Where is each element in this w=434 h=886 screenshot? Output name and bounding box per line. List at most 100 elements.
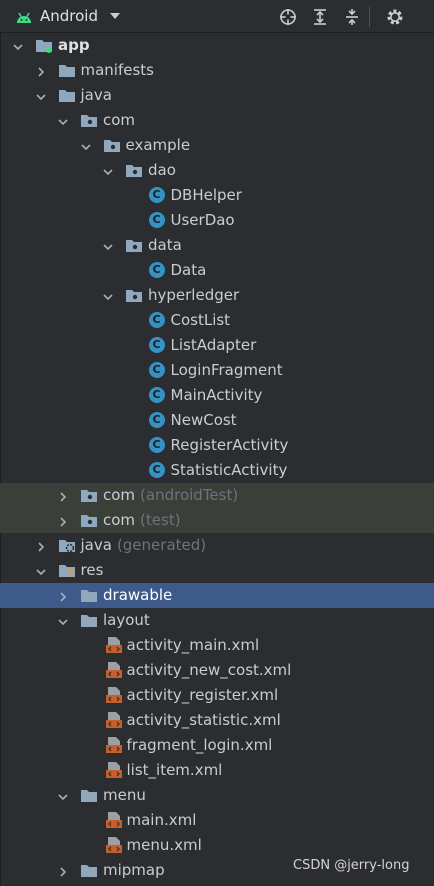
chevron-right-icon[interactable] — [57, 589, 69, 602]
tree-row[interactable]: res — [0, 558, 434, 583]
tree-row[interactable]: app — [0, 33, 434, 58]
chevron-right-icon[interactable] — [35, 539, 47, 552]
xml-file-icon — [105, 761, 122, 779]
chevron-down-icon[interactable] — [35, 89, 47, 101]
tree-row[interactable]: com — [0, 108, 434, 133]
generated-folder-icon — [58, 537, 76, 553]
tree-row[interactable]: C StatisticActivity — [0, 458, 434, 483]
tree-item-label: UserDao — [170, 211, 235, 229]
tree-item-label: drawable — [103, 586, 173, 604]
tree-row[interactable]: layout — [0, 608, 434, 633]
tree-row[interactable]: data — [0, 233, 434, 258]
tree-row[interactable]: menu.xml — [0, 833, 434, 858]
tree-item-label: data — [148, 236, 182, 254]
tree-row[interactable]: activity_statistic.xml — [0, 708, 434, 733]
folder-icon — [80, 612, 98, 628]
tree-row[interactable]: activity_new_cost.xml — [0, 658, 434, 683]
tree-item-label: CostList — [170, 311, 231, 329]
tree-item-label: example — [125, 136, 191, 154]
folder-icon — [80, 587, 98, 603]
chevron-down-icon[interactable] — [102, 239, 114, 251]
tree-item-label: MainActivity — [170, 386, 263, 404]
xml-file-icon — [105, 686, 122, 704]
tree-row[interactable]: list_item.xml — [0, 758, 434, 783]
xml-file-icon — [105, 661, 122, 679]
tree-row[interactable]: menu — [0, 783, 434, 808]
tree-item-label: java — [80, 86, 112, 104]
chevron-right-icon[interactable] — [57, 514, 69, 527]
tree-row[interactable]: manifests — [0, 58, 434, 83]
chevron-right-icon[interactable] — [57, 489, 69, 502]
class-icon: C — [148, 387, 165, 403]
tree-item-label: dao — [148, 161, 176, 179]
tree-item-label: com — [103, 511, 136, 529]
package-icon — [125, 162, 143, 178]
project-view-selector[interactable]: Android — [40, 7, 98, 25]
tree-row[interactable]: dao — [0, 158, 434, 183]
tree-item-label: main.xml — [126, 811, 197, 829]
tree-row[interactable]: C Data — [0, 258, 434, 283]
folder-icon — [58, 62, 76, 78]
tree-item-sublabel: (test) — [140, 511, 181, 529]
chevron-down-icon[interactable] — [57, 614, 69, 626]
chevron-down-icon[interactable] — [57, 789, 69, 801]
chevron-down-icon[interactable] — [12, 39, 24, 51]
package-icon — [125, 287, 143, 303]
package-icon — [125, 237, 143, 253]
tree-item-label: LoginFragment — [170, 361, 283, 379]
tree-item-label: activity_main.xml — [126, 636, 260, 654]
class-icon: C — [148, 462, 165, 478]
tree-item-label: fragment_login.xml — [126, 736, 273, 754]
tree-item-label: manifests — [80, 61, 155, 79]
class-icon: C — [148, 412, 165, 428]
chevron-right-icon[interactable] — [35, 64, 47, 77]
tree-row[interactable]: C DBHelper — [0, 183, 434, 208]
tree-item-label: menu.xml — [126, 836, 202, 854]
tree-item-label: com — [103, 111, 136, 129]
tree-row[interactable]: C NewCost — [0, 408, 434, 433]
tree-row[interactable]: C LoginFragment — [0, 358, 434, 383]
gear-icon[interactable] — [385, 7, 405, 27]
chevron-down-icon[interactable] — [57, 114, 69, 126]
tree-row[interactable]: com (test) — [0, 508, 434, 533]
tree-row[interactable]: C RegisterActivity — [0, 433, 434, 458]
tree-row[interactable]: activity_main.xml — [0, 633, 434, 658]
tree-row[interactable]: com (androidTest) — [0, 483, 434, 508]
class-icon: C — [148, 187, 165, 203]
expand-all-icon[interactable] — [310, 7, 330, 27]
tree-row[interactable]: main.xml — [0, 808, 434, 833]
module-icon — [35, 37, 53, 53]
chevron-down-icon[interactable] — [102, 289, 114, 301]
xml-file-icon — [105, 836, 122, 854]
tree-row[interactable]: example — [0, 133, 434, 158]
xml-file-icon — [105, 636, 122, 654]
package-icon — [80, 487, 98, 503]
chevron-down-icon[interactable] — [35, 564, 47, 576]
resource-folder-icon — [58, 562, 76, 578]
xml-file-icon — [105, 711, 122, 729]
crosshair-icon[interactable] — [278, 7, 298, 27]
tree-item-label: ListAdapter — [170, 336, 257, 354]
tree-row[interactable]: fragment_login.xml — [0, 733, 434, 758]
tree-item-label: NewCost — [170, 411, 237, 429]
tree-row[interactable]: C MainActivity — [0, 383, 434, 408]
tree-row[interactable]: C ListAdapter — [0, 333, 434, 358]
watermark: CSDN @jerry-long — [293, 858, 410, 873]
tree-row[interactable]: java — [0, 83, 434, 108]
tree-item-label: java — [80, 536, 112, 554]
tree-row[interactable]: hyperledger — [0, 283, 434, 308]
tree-row[interactable]: drawable — [0, 583, 434, 608]
class-icon: C — [148, 362, 165, 378]
xml-file-icon — [105, 736, 122, 754]
folder-icon — [80, 787, 98, 803]
collapse-all-icon[interactable] — [342, 7, 362, 27]
tree-row[interactable]: C UserDao — [0, 208, 434, 233]
chevron-right-icon[interactable] — [57, 864, 69, 877]
chevron-down-icon[interactable] — [110, 13, 120, 19]
chevron-down-icon[interactable] — [80, 139, 92, 151]
tree-row[interactable]: C CostList — [0, 308, 434, 333]
chevron-down-icon[interactable] — [102, 164, 114, 176]
tree-row[interactable]: java (generated) — [0, 533, 434, 558]
tree-item-label: list_item.xml — [126, 761, 223, 779]
tree-row[interactable]: activity_register.xml — [0, 683, 434, 708]
